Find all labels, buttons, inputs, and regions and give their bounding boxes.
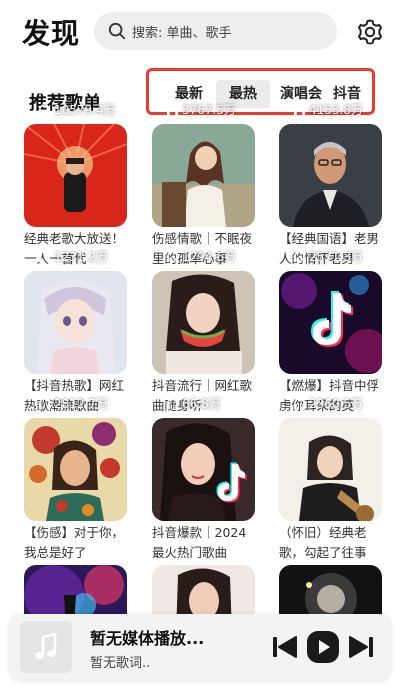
next-button[interactable] — [344, 630, 378, 664]
headphones-icon — [293, 398, 306, 410]
playlist-cover[interactable] — [24, 124, 127, 227]
play-count: 3767.5万 — [166, 101, 236, 118]
play-count: 2360.5万 — [293, 395, 363, 412]
music-note-icon — [35, 633, 57, 659]
now-playing-lyric: 暂无歌词.. — [90, 656, 151, 671]
play-count: 2571.3万 — [293, 248, 363, 265]
playlist-title[interactable]: （怀旧）经典老歌，勾起了往事 — [279, 523, 383, 563]
headphones-icon — [166, 398, 179, 410]
headphones-icon — [293, 104, 306, 116]
mini-player[interactable]: 暂无媒体播放... 暂无歌词.. — [10, 614, 391, 680]
skip-previous-icon — [273, 636, 297, 658]
playlist-cover[interactable] — [279, 124, 382, 227]
headphones-icon — [166, 251, 179, 263]
headphones-icon — [293, 251, 306, 263]
headphones-icon — [38, 398, 51, 410]
gear-icon[interactable] — [356, 18, 384, 46]
search-icon — [108, 22, 126, 40]
playlist-cover[interactable] — [152, 124, 255, 227]
search-placeholder: 搜索: 单曲、歌手 — [132, 26, 232, 41]
playlist-cover[interactable] — [24, 271, 127, 374]
page-title: 发现 — [22, 17, 81, 50]
headphones-icon — [166, 104, 179, 116]
play-count: 1294.6万 — [166, 248, 236, 265]
playlist-title[interactable]: 【伤感】对于你，我总是好了 — [24, 523, 128, 563]
play-count: 66.8万 — [166, 395, 221, 412]
headphones-icon — [38, 251, 51, 263]
playlist-cover[interactable] — [152, 271, 255, 374]
now-playing-title: 暂无媒体播放... — [90, 629, 205, 648]
playlist-title[interactable]: 抖音爆款｜2024最火热门歌曲 — [152, 523, 256, 563]
playlist-cover[interactable] — [152, 418, 255, 521]
play-icon — [307, 631, 339, 663]
playlist-cover[interactable] — [24, 418, 127, 521]
header: 发现 搜索: 单曲、歌手 — [0, 0, 401, 62]
playlist-cover[interactable] — [279, 271, 382, 374]
skip-next-icon — [349, 636, 373, 658]
album-art[interactable] — [20, 621, 72, 673]
headphones-icon — [38, 104, 51, 116]
play-button[interactable] — [306, 630, 340, 664]
play-count: 1231.2万 — [38, 248, 108, 265]
play-count: 2812.7万 — [38, 395, 108, 412]
previous-button[interactable] — [268, 630, 302, 664]
search-input[interactable]: 搜索: 单曲、歌手 — [94, 12, 337, 50]
play-count: 10579.4万 — [38, 101, 116, 118]
play-count: 4153.8万 — [293, 101, 363, 118]
playlist-cover[interactable] — [279, 418, 382, 521]
